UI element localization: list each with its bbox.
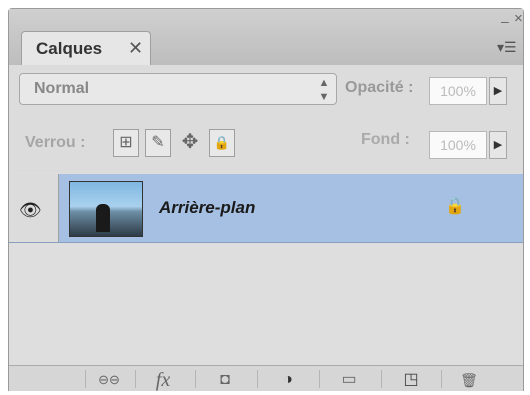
brush-icon[interactable]: ✎ [145, 129, 171, 157]
divider [195, 370, 196, 388]
arrow-down-icon: ▼ [318, 91, 330, 103]
opacity-slider-button[interactable]: ▶ [489, 77, 507, 105]
divider [135, 370, 136, 388]
lock-all-icon[interactable]: 🔒 [209, 129, 235, 157]
lock-label: Verrou : [25, 134, 86, 151]
eye-icon: 👁 [19, 200, 42, 220]
adjustment-icon[interactable]: ◑ [265, 369, 311, 391]
blend-mode-select[interactable]: Normal ▲ ▼ [19, 73, 337, 105]
layer-row[interactable]: 👁 Arrière-plan 🔒 [9, 174, 523, 243]
fill-label: Fond : [361, 131, 410, 148]
trash-icon[interactable]: 🗑 [449, 369, 489, 391]
fill-input[interactable]: 100% [429, 131, 487, 159]
lock-transparent-icon[interactable]: ⊞ [113, 129, 139, 157]
opacity-input[interactable]: 100% [429, 77, 487, 105]
minimize-icon[interactable]: – [501, 13, 509, 29]
close-icon[interactable]: × [514, 10, 523, 27]
tab-label: Calques [36, 39, 103, 58]
layers-panel: Calques ✕ – × ▾☰ Normal ▲ ▼ Opacité : 10… [8, 8, 524, 391]
divider [85, 370, 86, 388]
folder-icon[interactable]: ▭ [327, 369, 371, 391]
divider [319, 370, 320, 388]
lock-row: Verrou : ⊞ ✎ ✥ 🔒 Fond : 100% ▶ [9, 117, 523, 174]
thumbnail-figure [96, 204, 110, 232]
blend-mode-value: Normal [34, 80, 90, 97]
layer-thumbnail [69, 181, 143, 237]
layers-list: 👁 Arrière-plan 🔒 [9, 173, 523, 365]
new-layer-icon[interactable]: ◳ [389, 369, 433, 391]
blend-row: Normal ▲ ▼ Opacité : 100% ▶ [9, 65, 523, 118]
close-tab-icon[interactable]: ✕ [128, 38, 143, 59]
opacity-label: Opacité : [345, 79, 414, 96]
divider [441, 370, 442, 388]
layer-name[interactable]: Arrière-plan [159, 198, 255, 218]
fx-icon[interactable]: fx [143, 369, 183, 391]
lock-icon: 🔒 [445, 198, 465, 215]
link-icon[interactable]: ⊖⊖ [91, 369, 127, 391]
move-icon[interactable]: ✥ [177, 129, 203, 157]
panel-titlebar: Calques ✕ – × ▾☰ [9, 9, 523, 66]
divider [381, 370, 382, 388]
visibility-toggle[interactable]: 👁 [9, 174, 59, 242]
arrow-up-icon: ▲ [318, 77, 330, 89]
select-arrows-icon: ▲ ▼ [318, 74, 330, 104]
divider [257, 370, 258, 388]
mask-icon[interactable]: ◘ [203, 369, 247, 391]
panel-footer: ⊖⊖ fx ◘ ◑ ▭ ◳ 🗑 [9, 365, 523, 391]
tab-calques[interactable]: Calques ✕ [21, 31, 151, 65]
fill-slider-button[interactable]: ▶ [489, 131, 507, 159]
panel-menu-icon[interactable]: ▾☰ [497, 39, 517, 56]
